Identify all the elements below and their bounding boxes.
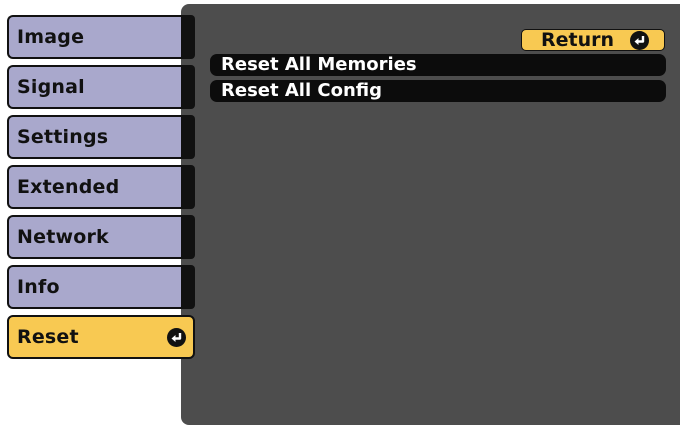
menu-item-label: Network <box>17 226 109 248</box>
menu-item-label: Info <box>17 276 60 298</box>
menu-item-label: Signal <box>17 76 85 98</box>
return-button[interactable]: Return <box>521 29 665 51</box>
menu-item-label: Image <box>17 26 85 48</box>
side-menu: Image Signal Settings Extended Network I… <box>0 0 200 425</box>
menu-item-connector <box>181 15 195 59</box>
menu-item-connector <box>181 215 195 259</box>
menu-item-label: Extended <box>17 176 120 198</box>
menu-item-reset[interactable]: Reset <box>7 315 195 359</box>
menu-item-connector <box>181 115 195 159</box>
menu-item-label: Reset <box>17 326 79 348</box>
enter-icon <box>167 328 186 347</box>
reset-all-memories-item[interactable]: Reset All Memories <box>210 54 666 76</box>
menu-item-connector <box>181 265 195 309</box>
reset-all-config-item[interactable]: Reset All Config <box>210 80 666 102</box>
menu-item-extended[interactable]: Extended <box>7 165 195 209</box>
reset-all-config-label: Reset All Config <box>221 80 383 101</box>
menu-item-network[interactable]: Network <box>7 215 195 259</box>
enter-icon <box>630 31 649 50</box>
menu-item-label: Settings <box>17 126 109 148</box>
reset-all-memories-label: Reset All Memories <box>221 54 417 75</box>
return-button-label: Return <box>541 29 615 51</box>
menu-item-signal[interactable]: Signal <box>7 65 195 109</box>
menu-item-connector <box>181 165 195 209</box>
menu-item-connector <box>181 65 195 109</box>
menu-item-image[interactable]: Image <box>7 15 195 59</box>
menu-item-settings[interactable]: Settings <box>7 115 195 159</box>
menu-item-info[interactable]: Info <box>7 265 195 309</box>
